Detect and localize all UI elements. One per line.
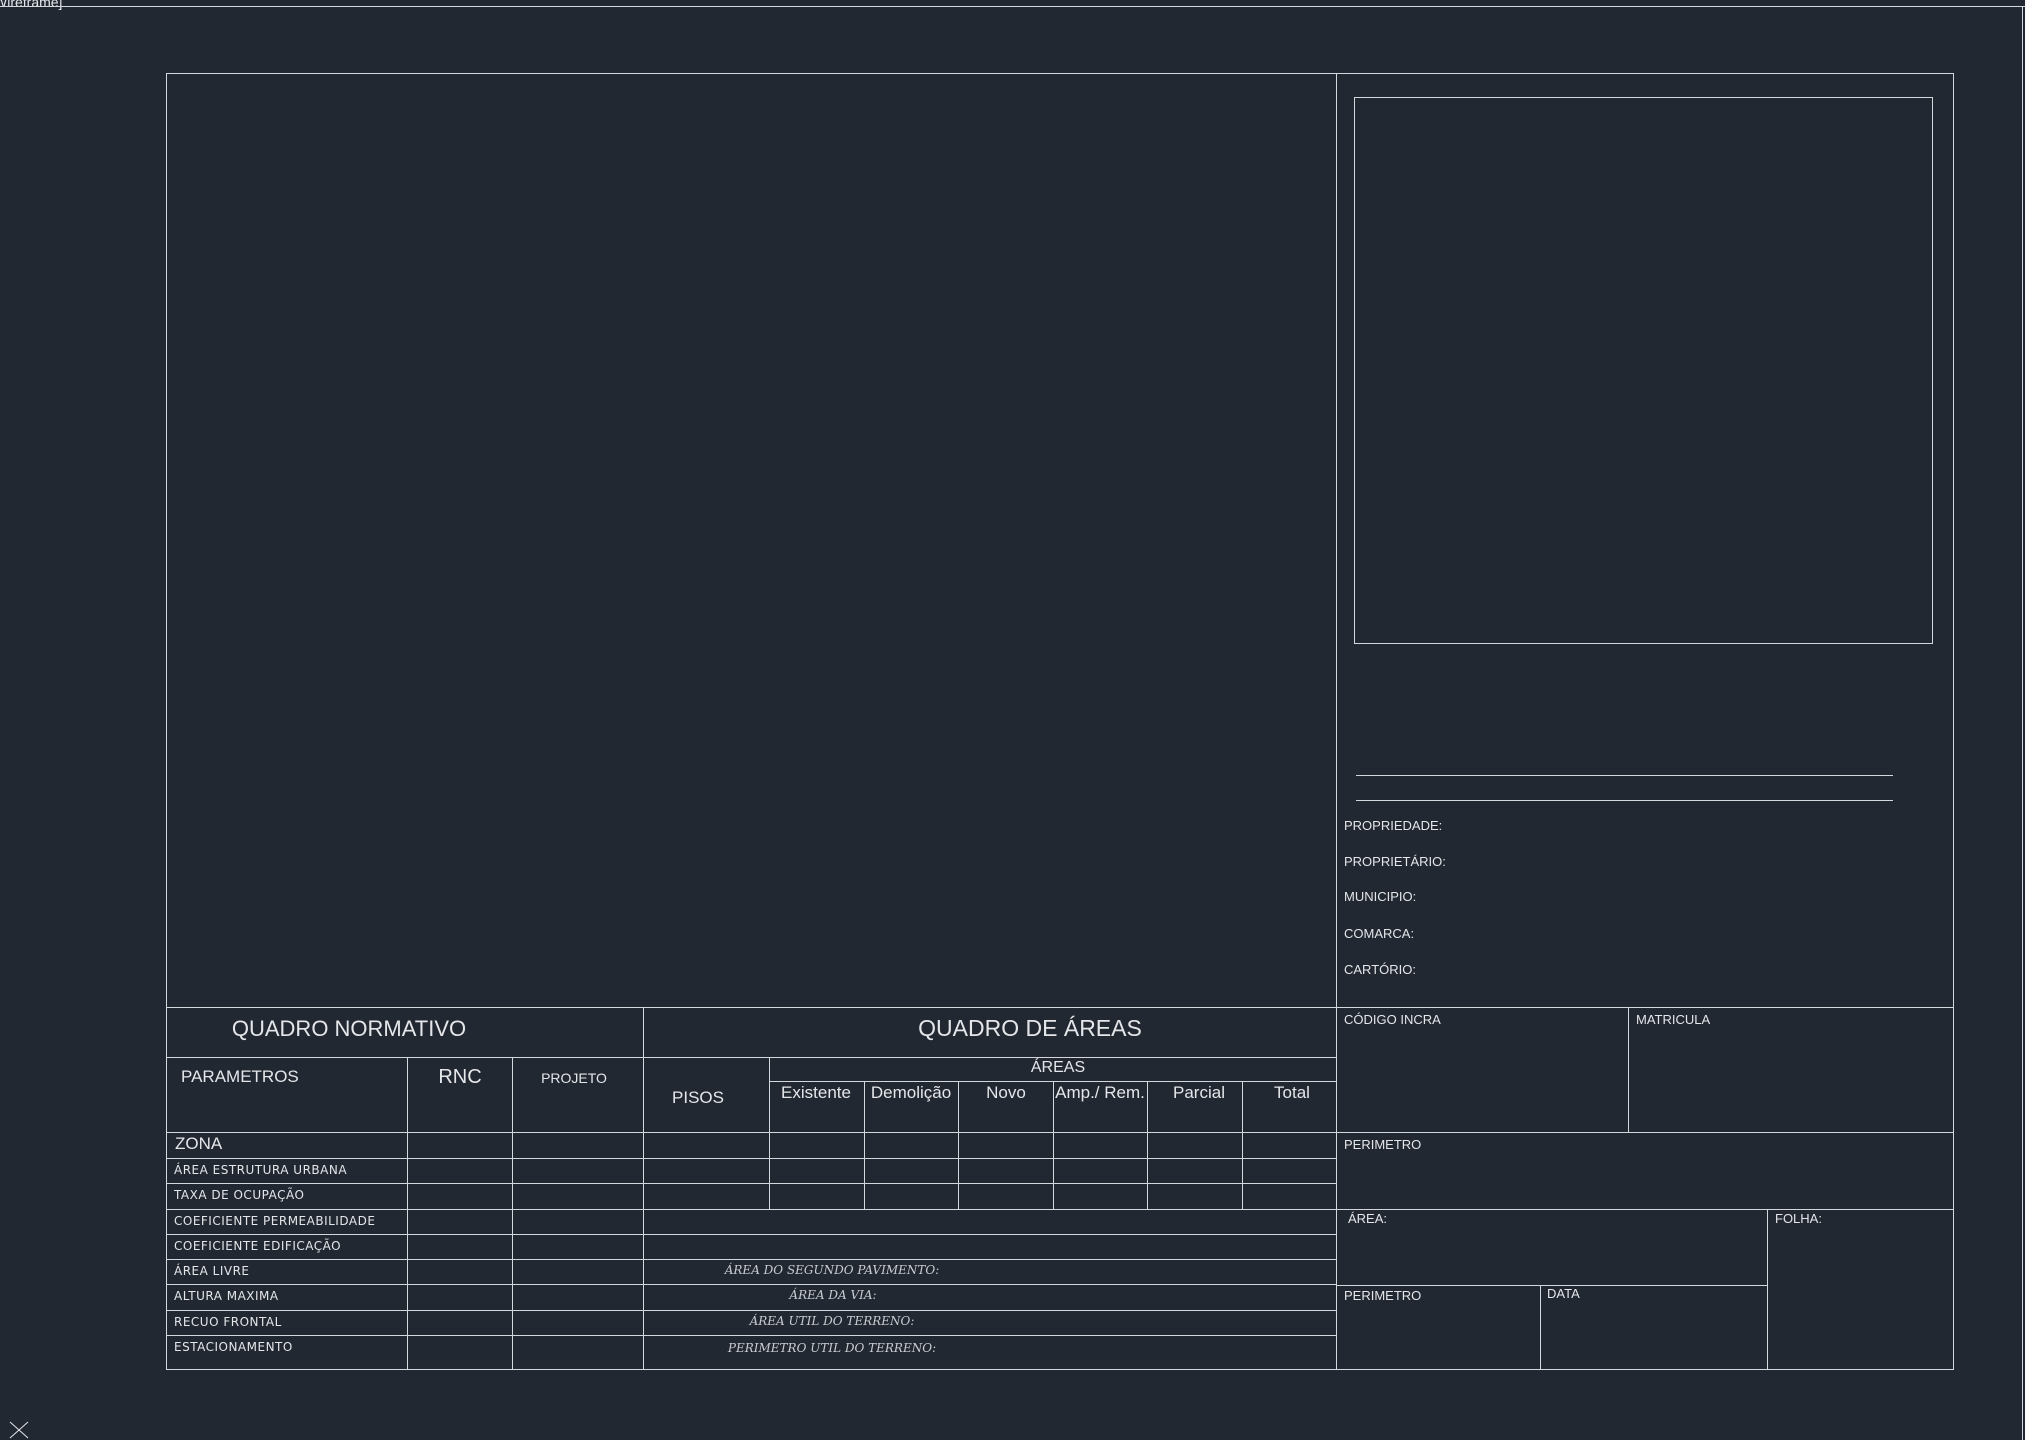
note-area-via: ÁREA DA VIA: (789, 1288, 877, 1302)
col-demolicao: Demolição (870, 1083, 952, 1102)
row-altura-maxima: ALTURA MAXIMA (174, 1289, 279, 1303)
row-coeficiente-edificacao: COEFICIENTE EDIFICAÇÃO (174, 1239, 342, 1253)
row-area-estrutura-urbana: ÁREA ESTRUTURA URBANA (174, 1163, 348, 1177)
matricula-label: MATRICULA (1636, 1012, 1711, 1027)
normativo-col-rnc (407, 1057, 408, 1370)
cartorio-label: CARTÓRIO: (1344, 962, 1416, 977)
parametros-header: PARAMETROS (181, 1067, 299, 1086)
perimetro-label-2: PERIMETRO (1344, 1288, 1422, 1303)
tb-incra-divider (1628, 1007, 1629, 1132)
drawing-canvas[interactable]: Wireframe] PROPRIEDADE: PROPRIETÁRIO: MU… (0, 0, 2025, 1440)
row-area-livre: ÁREA LIVRE (174, 1264, 250, 1278)
areas-row-line (643, 1335, 1336, 1336)
comarca-label: COMARCA: (1344, 926, 1415, 941)
areas-row-line (643, 1132, 1336, 1133)
normativo-row-line (166, 1310, 643, 1311)
normativo-row-line (166, 1158, 643, 1159)
tb-folha-divider (1767, 1209, 1768, 1370)
areas-col-divider (1147, 1081, 1148, 1209)
rnc-header: RNC (438, 1066, 482, 1088)
tb-line-2 (1336, 1209, 1954, 1210)
col-existente: Existente (781, 1083, 851, 1102)
col-total: Total (1274, 1083, 1310, 1102)
projeto-header: PROJETO (541, 1070, 607, 1086)
areas-col-divider (1242, 1081, 1243, 1209)
viewport-border-right (2022, 6, 2023, 1440)
areas-row-line (643, 1284, 1336, 1285)
areas-row-line (643, 1158, 1336, 1159)
normativo-row-line (166, 1335, 643, 1336)
note-area-segundo-pavimento: ÁREA DO SEGUNDO PAVIMENTO: (724, 1263, 940, 1277)
row-estacionamento: ESTACIONAMENTO (174, 1340, 293, 1354)
areas-col-divider (864, 1081, 865, 1209)
areas-col-divider (1053, 1081, 1054, 1209)
row-taxa-ocupacao: TAXA DE OCUPAÇÃO (174, 1188, 305, 1202)
location-map-box (1354, 97, 1933, 644)
areas-row-line (643, 1209, 1336, 1210)
signature-line-1 (1356, 775, 1893, 776)
normativo-header-line (166, 1057, 643, 1058)
col-novo: Novo (986, 1083, 1026, 1102)
quadro-normativo-title: QUADRO NORMATIVO (231, 1016, 467, 1041)
perimetro-label-1: PERIMETRO (1344, 1137, 1422, 1152)
areas-row-line (643, 1310, 1336, 1311)
signature-line-2 (1356, 800, 1893, 801)
normativo-col-projeto (512, 1057, 513, 1370)
proprietario-label: PROPRIETÁRIO: (1344, 854, 1446, 869)
normativo-row-line (166, 1132, 643, 1133)
normativo-divider (643, 1007, 644, 1370)
row-coeficiente-permeabilidade: COEFICIENTE PERMEABILIDADE (174, 1214, 376, 1228)
tb-line-1 (1336, 1132, 1954, 1133)
data-label: DATA (1547, 1286, 1580, 1301)
normativo-row-line (166, 1234, 643, 1235)
col-parcial: Parcial (1173, 1083, 1225, 1102)
areas-subheader-top (769, 1057, 1336, 1058)
tables-top-line (166, 1007, 1954, 1008)
areas-row-line (643, 1183, 1336, 1184)
pisos-header: PISOS (672, 1088, 724, 1107)
tb-data-divider (1540, 1285, 1541, 1370)
areas-header: ÁREAS (1030, 1059, 1086, 1076)
row-recuo-frontal: RECUO FRONTAL (174, 1315, 282, 1329)
folha-label: FOLHA: (1775, 1211, 1822, 1226)
viewport-border (0, 6, 2025, 7)
note-area-util-terreno: ÁREA UTIL DO TERRENO: (749, 1314, 915, 1328)
normativo-row-line (166, 1209, 643, 1210)
normativo-row-line (166, 1284, 643, 1285)
viewport-label[interactable]: Wireframe] (0, 0, 62, 10)
codigo-incra-label: CÓDIGO INCRA (1344, 1012, 1441, 1027)
areas-row-line (643, 1234, 1336, 1235)
note-perimetro-util-terreno: PERIMETRO UTIL DO TERRENO: (727, 1341, 937, 1355)
row-zona: ZONA (175, 1134, 223, 1153)
areas-col-divider (958, 1081, 959, 1209)
areas-row-line (643, 1259, 1336, 1260)
col-amp-rem: Amp./ Rem. (1055, 1083, 1145, 1102)
quadro-areas-title: QUADRO DE ÁREAS (918, 1015, 1142, 1041)
right-column-divider (1336, 73, 1337, 1370)
municipio-label: MUNICIPIO: (1344, 889, 1417, 904)
area-label: ÁREA: (1348, 1211, 1388, 1226)
ucs-icon[interactable] (8, 1420, 30, 1440)
areas-pisos-divider (769, 1057, 770, 1209)
normativo-row-line (166, 1259, 643, 1260)
normativo-row-line (166, 1183, 643, 1184)
propriedade-label: PROPRIEDADE: (1344, 818, 1443, 833)
